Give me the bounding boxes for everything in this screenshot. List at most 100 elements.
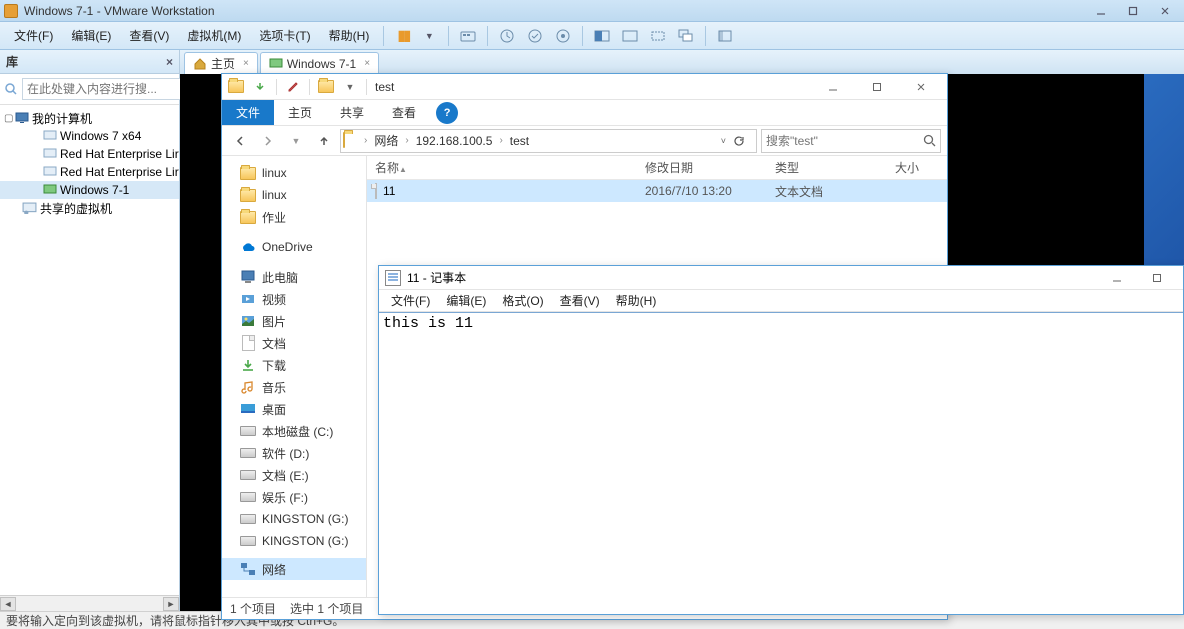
nav-item[interactable]: linux bbox=[222, 184, 366, 206]
qat-dropdown[interactable]: ▼ bbox=[340, 77, 360, 97]
library-close-button[interactable]: × bbox=[166, 55, 173, 69]
tab-close-icon[interactable]: × bbox=[364, 58, 370, 69]
explorer-titlebar[interactable]: ▼ test bbox=[222, 74, 947, 100]
crumb-folder[interactable]: test bbox=[508, 134, 531, 148]
notepad-textarea[interactable]: this is 11 bbox=[379, 312, 1183, 614]
np-menu-format[interactable]: 格式(O) bbox=[494, 290, 551, 311]
nav-network[interactable]: 网络 bbox=[222, 558, 366, 580]
snapshot-manager-button[interactable] bbox=[550, 25, 576, 47]
nav-back-button[interactable] bbox=[228, 129, 252, 153]
ribbon-tab-file[interactable]: 文件 bbox=[222, 100, 274, 125]
explorer-minimize-button[interactable] bbox=[811, 75, 855, 99]
address-bar[interactable]: › 网络 › 192.168.100.5 › test ˅ bbox=[340, 129, 757, 153]
menu-vm[interactable]: 虚拟机(M) bbox=[179, 24, 249, 47]
np-menu-help[interactable]: 帮助(H) bbox=[608, 290, 665, 311]
notepad-maximize-button[interactable] bbox=[1137, 267, 1177, 289]
nav-drive-c[interactable]: 本地磁盘 (C:) bbox=[222, 420, 366, 442]
snapshot-revert-button[interactable] bbox=[522, 25, 548, 47]
vm-tab-active[interactable]: Windows 7-1 × bbox=[260, 52, 379, 74]
col-type[interactable]: 类型 bbox=[767, 159, 887, 176]
qat-properties-icon[interactable] bbox=[283, 77, 303, 97]
menu-file[interactable]: 文件(F) bbox=[6, 24, 61, 47]
np-menu-view[interactable]: 查看(V) bbox=[552, 290, 608, 311]
nav-forward-button[interactable] bbox=[256, 129, 280, 153]
explorer-close-button[interactable] bbox=[899, 75, 943, 99]
vmware-close-button[interactable] bbox=[1150, 2, 1180, 20]
explorer-maximize-button[interactable] bbox=[855, 75, 899, 99]
np-menu-edit[interactable]: 编辑(E) bbox=[438, 290, 494, 311]
library-hscrollbar[interactable]: ◄ ► bbox=[0, 595, 179, 611]
view-console-button[interactable] bbox=[589, 25, 615, 47]
col-size[interactable]: 大小 bbox=[887, 159, 947, 176]
nav-up-button[interactable] bbox=[312, 129, 336, 153]
crumb-ip[interactable]: 192.168.100.5 bbox=[414, 134, 495, 148]
home-icon bbox=[193, 57, 207, 71]
view-multi-button[interactable] bbox=[673, 25, 699, 47]
nav-thispc[interactable]: 此电脑 bbox=[222, 266, 366, 288]
nav-downloads[interactable]: 下载 bbox=[222, 354, 366, 376]
view-unity-button[interactable] bbox=[617, 25, 643, 47]
nav-videos[interactable]: 视频 bbox=[222, 288, 366, 310]
nav-onedrive[interactable]: OneDrive bbox=[222, 236, 366, 258]
ribbon-tab-share[interactable]: 共享 bbox=[326, 100, 378, 125]
nav-pictures[interactable]: 图片 bbox=[222, 310, 366, 332]
pause-dropdown[interactable]: ▼ bbox=[416, 25, 442, 47]
nav-item[interactable]: 作业 bbox=[222, 206, 366, 228]
ribbon-tab-home[interactable]: 主页 bbox=[274, 100, 326, 125]
nav-history-dropdown[interactable]: ▼ bbox=[284, 129, 308, 153]
nav-drive-e[interactable]: 文档 (E:) bbox=[222, 464, 366, 486]
crumb-network[interactable]: 网络 bbox=[372, 132, 400, 149]
search-icon[interactable] bbox=[923, 134, 936, 147]
snapshot-button[interactable] bbox=[494, 25, 520, 47]
send-ctrlaltdel-button[interactable] bbox=[455, 25, 481, 47]
nav-drive-g1[interactable]: KINGSTON (G:) bbox=[222, 508, 366, 530]
qat-down-icon[interactable] bbox=[250, 77, 270, 97]
col-date[interactable]: 修改日期 bbox=[637, 159, 767, 176]
address-refresh-button[interactable] bbox=[732, 134, 754, 148]
tree-root-mycomputer[interactable]: ▢ 我的计算机 bbox=[0, 109, 179, 127]
menu-tabs[interactable]: 选项卡(T) bbox=[251, 24, 318, 47]
nav-music[interactable]: 音乐 bbox=[222, 376, 366, 398]
nav-item[interactable]: linux bbox=[222, 162, 366, 184]
vmware-titlebar: Windows 7-1 - VMware Workstation bbox=[0, 0, 1184, 22]
tree-vm-1[interactable]: Red Hat Enterprise Lir bbox=[0, 145, 179, 163]
col-name[interactable]: 名称▲ bbox=[367, 159, 637, 176]
menu-edit[interactable]: 编辑(E) bbox=[63, 24, 119, 47]
tab-close-icon[interactable]: × bbox=[243, 58, 249, 69]
library-title: 库 bbox=[6, 53, 18, 70]
scroll-left-button[interactable]: ◄ bbox=[0, 597, 16, 611]
scroll-right-button[interactable]: ► bbox=[163, 597, 179, 611]
vmware-maximize-button[interactable] bbox=[1118, 2, 1148, 20]
explorer-search-box[interactable] bbox=[761, 129, 941, 153]
np-menu-file[interactable]: 文件(F) bbox=[383, 290, 438, 311]
status-selected: 选中 1 个项目 bbox=[290, 600, 363, 617]
ribbon-tab-view[interactable]: 查看 bbox=[378, 100, 430, 125]
library-search-input[interactable] bbox=[22, 78, 187, 100]
qat-newfolder-icon[interactable] bbox=[316, 77, 336, 97]
nav-drive-f[interactable]: 娱乐 (F:) bbox=[222, 486, 366, 508]
explorer-search-input[interactable] bbox=[766, 134, 923, 148]
qat-folder-icon[interactable] bbox=[226, 77, 246, 97]
pause-button[interactable]: ▮▮ bbox=[390, 25, 416, 47]
nav-documents[interactable]: 文档 bbox=[222, 332, 366, 354]
tree-vm-3[interactable]: Windows 7-1 bbox=[0, 181, 179, 199]
drive-icon bbox=[240, 445, 256, 461]
tree-shared-vms[interactable]: 共享的虚拟机 bbox=[0, 199, 179, 217]
view-library-button[interactable] bbox=[712, 25, 738, 47]
ribbon-help-button[interactable]: ? bbox=[436, 102, 458, 124]
menu-help[interactable]: 帮助(H) bbox=[321, 24, 378, 47]
menu-view[interactable]: 查看(V) bbox=[121, 24, 177, 47]
file-row[interactable]: 11 2016/7/10 13:20 文本文档 bbox=[367, 180, 947, 202]
tree-vm-2[interactable]: Red Hat Enterprise Lir bbox=[0, 163, 179, 181]
nav-desktop[interactable]: 桌面 bbox=[222, 398, 366, 420]
notepad-titlebar[interactable]: 11 - 记事本 bbox=[379, 266, 1183, 290]
folder-icon bbox=[240, 165, 256, 181]
vmware-minimize-button[interactable] bbox=[1086, 2, 1116, 20]
nav-drive-d[interactable]: 软件 (D:) bbox=[222, 442, 366, 464]
nav-drive-g2[interactable]: KINGSTON (G:) bbox=[222, 530, 366, 552]
notepad-minimize-button[interactable] bbox=[1097, 267, 1137, 289]
address-dropdown[interactable]: ˅ bbox=[717, 136, 730, 146]
tree-vm-0[interactable]: Windows 7 x64 bbox=[0, 127, 179, 145]
view-fullscreen-button[interactable] bbox=[645, 25, 671, 47]
vm-tab-home[interactable]: 主页 × bbox=[184, 52, 258, 74]
